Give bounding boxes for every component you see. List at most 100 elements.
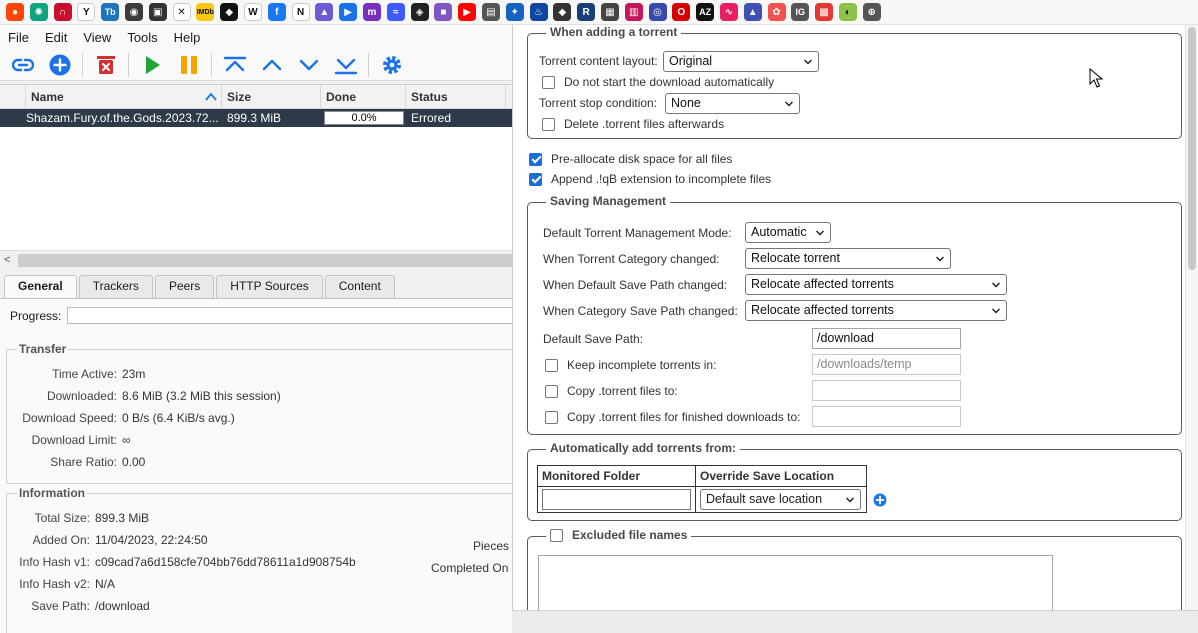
- triangle-icon[interactable]: ▲: [315, 3, 334, 21]
- torrent-name: Shazam.Fury.of.the.Gods.2023.72...: [26, 111, 219, 125]
- monitor-icon[interactable]: ▣: [148, 3, 167, 21]
- ig-icon[interactable]: IG: [791, 3, 810, 21]
- move-down-button[interactable]: [296, 52, 322, 78]
- stack-icon[interactable]: ▤: [481, 3, 500, 21]
- general-tab-panel: Progress: Transfer Time Active: 23m Downlo…: [0, 298, 512, 633]
- preallocate-row[interactable]: Pre-allocate disk space for all files: [529, 152, 732, 166]
- stop-condition-select[interactable]: None: [665, 93, 800, 114]
- wave-icon[interactable]: ∿: [719, 3, 738, 21]
- melon-icon[interactable]: ◐: [838, 3, 857, 21]
- tab-general[interactable]: General: [4, 275, 77, 298]
- photo-icon[interactable]: ▲: [743, 3, 762, 21]
- menu-tools[interactable]: Tools: [119, 30, 165, 45]
- badge-icon[interactable]: ◆: [220, 3, 239, 21]
- copy-finished-row[interactable]: Copy .torrent files for finished downloa…: [545, 410, 800, 424]
- copy-torrent-checkbox[interactable]: [545, 384, 558, 398]
- pause-icon: [180, 55, 197, 74]
- flower-icon[interactable]: ✿: [767, 3, 786, 21]
- table-row[interactable]: Shazam.Fury.of.the.Gods.2023.72... 899.3…: [0, 109, 512, 127]
- default-save-path-input[interactable]: /download: [812, 328, 961, 349]
- disk-icon[interactable]: ◎: [648, 3, 667, 21]
- menu-file[interactable]: File: [0, 30, 37, 45]
- no-start-checkbox[interactable]: [542, 75, 555, 89]
- tab-peers[interactable]: Peers: [154, 275, 215, 298]
- menu-view[interactable]: View: [75, 30, 119, 45]
- chatgpt-icon[interactable]: ✺: [29, 3, 48, 21]
- move-up-button[interactable]: [259, 52, 285, 78]
- excluded-files-checkbox[interactable]: [550, 528, 563, 542]
- vertical-scrollbar[interactable]: [1185, 25, 1198, 610]
- tmm-mode-select[interactable]: Automatic: [745, 222, 831, 243]
- copy-torrent-row[interactable]: Copy .torrent files to:: [545, 384, 678, 398]
- preallocate-checkbox[interactable]: [529, 152, 542, 166]
- headphones-icon[interactable]: ∩: [53, 3, 72, 21]
- delete-button[interactable]: [93, 52, 119, 78]
- move-top-button[interactable]: [222, 52, 248, 78]
- ring-icon[interactable]: ◉: [124, 3, 143, 21]
- column-name[interactable]: Name: [26, 85, 222, 109]
- tb-icon[interactable]: Tb: [101, 3, 120, 21]
- wifi-icon[interactable]: ≈: [386, 3, 405, 21]
- camera-icon[interactable]: ■: [434, 3, 453, 21]
- menu-edit[interactable]: Edit: [37, 30, 75, 45]
- copy-finished-checkbox[interactable]: [545, 410, 558, 424]
- o-icon[interactable]: O: [672, 3, 691, 21]
- grid-icon[interactable]: ▩: [815, 3, 834, 21]
- scrollbar-thumb[interactable]: [1188, 27, 1196, 270]
- netflix-icon[interactable]: N: [291, 3, 310, 21]
- column-size[interactable]: Size: [222, 85, 321, 109]
- reddit-icon[interactable]: ●: [6, 3, 24, 21]
- wikipedia-icon[interactable]: W: [243, 3, 262, 21]
- add-folder-icon[interactable]: [873, 493, 887, 507]
- play-icon[interactable]: ▶: [339, 3, 358, 21]
- options-button[interactable]: [379, 52, 405, 78]
- override-location-select[interactable]: Default save location: [700, 489, 861, 510]
- globe-icon[interactable]: ⊕: [862, 3, 881, 21]
- app-icon[interactable]: ✦: [505, 3, 524, 21]
- add-link-button[interactable]: [10, 52, 36, 78]
- pause-button[interactable]: [176, 52, 202, 78]
- az-icon[interactable]: AZ: [696, 3, 715, 21]
- keep-incomplete-checkbox[interactable]: [545, 358, 558, 372]
- column-done[interactable]: Done: [321, 85, 406, 109]
- m-icon[interactable]: m: [362, 3, 381, 21]
- keep-incomplete-row[interactable]: Keep incomplete torrents in:: [545, 358, 716, 372]
- content-layout-select[interactable]: Original: [663, 51, 819, 72]
- r-icon[interactable]: R: [577, 3, 596, 21]
- window-icon[interactable]: ▦: [600, 3, 619, 21]
- puzzle-icon[interactable]: ▥: [624, 3, 643, 21]
- default-path-changed-select[interactable]: Relocate affected torrents: [745, 274, 1007, 295]
- horizontal-scrollbar[interactable]: <: [0, 250, 512, 269]
- category-path-changed-select[interactable]: Relocate affected torrents: [745, 300, 1007, 321]
- imdb-icon[interactable]: IMDb: [196, 3, 215, 21]
- tab-content[interactable]: Content: [324, 275, 395, 298]
- no-start-row[interactable]: Do not start the download automatically: [542, 75, 774, 89]
- move-bottom-button[interactable]: [333, 52, 359, 78]
- delete-torrent-checkbox[interactable]: [542, 117, 555, 131]
- scrollbar-thumb[interactable]: [18, 254, 512, 267]
- delete-torrent-row[interactable]: Delete .torrent files afterwards: [542, 117, 724, 131]
- category-changed-select[interactable]: Relocate torrent: [745, 248, 951, 269]
- tab-trackers[interactable]: Trackers: [78, 275, 153, 298]
- copy-finished-input[interactable]: [812, 406, 961, 427]
- yahoo-icon[interactable]: Y: [77, 3, 96, 21]
- tab-http-sources[interactable]: HTTP Sources: [216, 275, 323, 298]
- eye-icon[interactable]: ◆: [553, 3, 572, 21]
- resume-button[interactable]: [139, 52, 165, 78]
- excluded-files-textarea[interactable]: [538, 555, 1053, 610]
- youtube-icon[interactable]: ▶: [458, 3, 477, 21]
- keep-incomplete-input[interactable]: /downloads/temp: [812, 354, 961, 375]
- droplet-icon[interactable]: ♨: [529, 3, 548, 21]
- menu-help[interactable]: Help: [166, 30, 209, 45]
- scroll-left-icon[interactable]: <: [4, 254, 10, 266]
- column-status[interactable]: Status: [406, 85, 506, 109]
- monitored-folder-input[interactable]: [542, 489, 691, 510]
- append-extension-checkbox[interactable]: [529, 172, 542, 186]
- x-icon[interactable]: ✕: [172, 3, 191, 21]
- append-extension-row[interactable]: Append .!qB extension to incomplete file…: [529, 172, 771, 186]
- copy-torrent-input[interactable]: [812, 380, 961, 401]
- facebook-icon[interactable]: f: [267, 3, 286, 21]
- add-torrent-button[interactable]: [47, 52, 73, 78]
- category-changed-value: Relocate torrent: [751, 251, 840, 265]
- film-icon[interactable]: ◈: [410, 3, 429, 21]
